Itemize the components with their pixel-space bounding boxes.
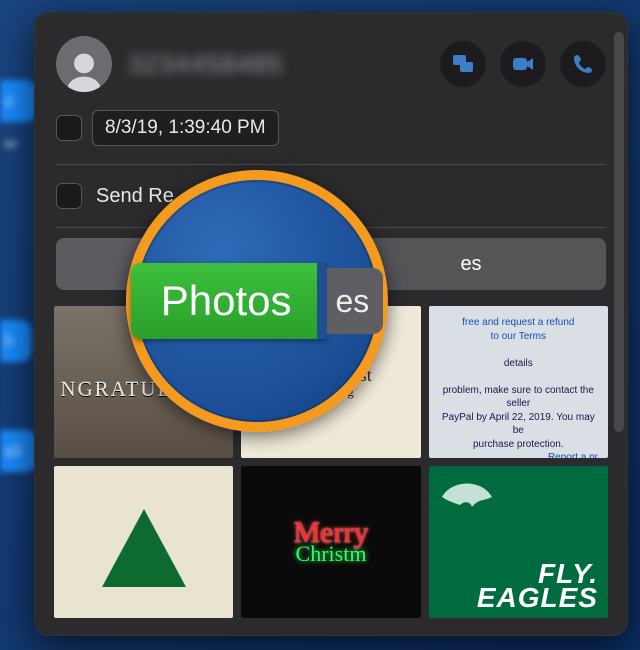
thumbnail-art — [102, 509, 186, 587]
annotation-magnifier: Photos es — [126, 170, 388, 432]
photo-thumbnail[interactable]: Merry Christm — [241, 466, 420, 618]
photos-tab-magnified: Photos — [131, 263, 328, 339]
screenshare-button[interactable] — [440, 41, 486, 87]
timestamp-field[interactable]: 8/3/19, 1:39:40 PM — [92, 110, 279, 146]
facetime-video-button[interactable] — [500, 41, 546, 87]
thumbnail-text: Merry Christm — [294, 520, 369, 564]
scrollbar[interactable] — [614, 32, 624, 432]
chat-bubble-fragment: o w — [0, 80, 38, 122]
photo-thumbnail[interactable]: FLY. EAGLES — [429, 466, 608, 618]
checkbox[interactable] — [56, 183, 82, 209]
screenshare-icon — [451, 52, 475, 76]
photo-thumbnail[interactable]: free and request a refund to our Terms d… — [429, 306, 608, 458]
facetime-audio-button[interactable] — [560, 41, 606, 87]
thumbnail-text: free and request a refund to our Terms d… — [439, 316, 598, 458]
chat-bubble-fragment: ali — [0, 430, 38, 472]
do-not-disturb-row: 8/3/19, 1:39:40 PM — [34, 102, 628, 154]
contact-name: 3234458485 — [128, 49, 426, 80]
checkbox[interactable] — [56, 115, 82, 141]
photo-thumbnail[interactable] — [54, 466, 233, 618]
background: o w h ali 3234458485 — [0, 0, 640, 650]
avatar — [56, 36, 112, 92]
divider — [56, 164, 606, 165]
video-camera-icon — [511, 52, 535, 76]
phone-icon — [571, 52, 595, 76]
popover-header: 3234458485 — [34, 12, 628, 102]
person-silhouette-icon — [62, 48, 106, 92]
other-tab-magnified-fragment: es — [327, 268, 383, 334]
send-read-label: Send Re — [96, 185, 174, 208]
eagle-icon — [437, 472, 497, 522]
thumbnail-text: FLY. EAGLES — [477, 562, 598, 610]
chat-bubble-fragment: h — [0, 320, 32, 362]
